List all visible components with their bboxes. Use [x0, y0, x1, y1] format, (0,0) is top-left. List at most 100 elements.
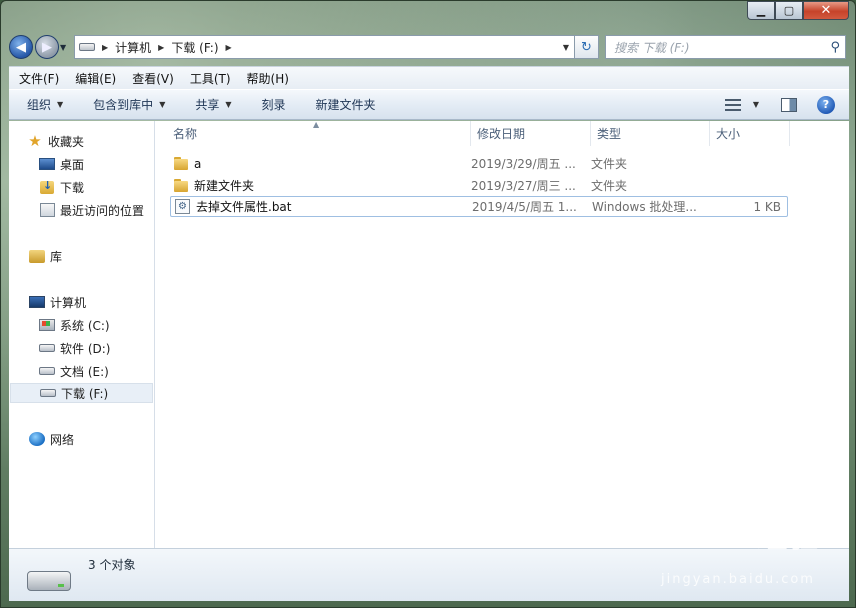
close-button[interactable]: ✕: [803, 1, 849, 20]
burn-button[interactable]: 刻录: [262, 96, 286, 113]
file-type: 文件夹: [591, 157, 628, 171]
organize-button[interactable]: 组织 ▼: [27, 96, 63, 113]
drive-icon: [39, 363, 55, 379]
sidebar-item-label: 文档 (E:): [60, 364, 109, 379]
sidebar-item-downloads[interactable]: 下载: [39, 177, 84, 197]
burn-label: 刻录: [261, 98, 286, 112]
file-name-cell: 新建文件夹: [170, 177, 471, 194]
search-icon[interactable]: ⚲: [830, 40, 840, 55]
window-caption-buttons: ▁ ▢ ✕: [747, 1, 849, 21]
help-icon[interactable]: ?: [817, 95, 835, 114]
library-icon: [29, 248, 45, 264]
sidebar-item-desktop[interactable]: 桌面: [39, 154, 84, 174]
desktop-icon: [39, 156, 55, 172]
menu-file[interactable]: 文件(F): [19, 70, 59, 87]
maximize-button[interactable]: ▢: [775, 1, 803, 20]
file-name: 去掉文件属性.bat: [196, 200, 292, 214]
explorer-window: ▁ ▢ ✕ ◀ ▶ ▼ ▶ 计算机 ▶ 下载 (F:) ▶ ▼ ↻ 搜索 下载 …: [0, 0, 856, 608]
table-row[interactable]: 新建文件夹 2019/3/27/周三 ... 文件夹: [170, 175, 788, 196]
sidebar-item-favorites[interactable]: ★ 收藏夹: [27, 131, 84, 151]
navigation-pane: ★ 收藏夹 桌面 下载 最近访问的位置 库 计算机 系统 (C:): [9, 121, 155, 548]
menu-bar: 文件(F) 编辑(E) 查看(V) 工具(T) 帮助(H): [9, 66, 849, 89]
navigation-row: ◀ ▶ ▼ ▶ 计算机 ▶ 下载 (F:) ▶ ▼ ↻ 搜索 下载 (F:) ⚲: [9, 34, 849, 60]
network-icon: [29, 431, 45, 447]
refresh-button[interactable]: ↻: [575, 35, 599, 59]
folder-icon: [174, 179, 188, 192]
new-folder-button[interactable]: 新建文件夹: [316, 96, 376, 113]
recent-places-icon: [39, 202, 55, 218]
menu-view[interactable]: 查看(V): [132, 70, 174, 87]
sidebar-item-drive-c[interactable]: 系统 (C:): [39, 315, 110, 335]
sidebar-item-label: 最近访问的位置: [60, 203, 145, 218]
sidebar-item-label: 计算机: [50, 295, 87, 310]
file-date: 2019/3/27/周三 ...: [471, 179, 576, 193]
preview-pane-icon[interactable]: [781, 97, 797, 112]
chevron-down-icon: ▼: [159, 100, 166, 109]
sidebar-item-drive-e[interactable]: 文档 (E:): [39, 361, 109, 381]
sidebar-item-label: 下载 (F:): [61, 386, 109, 401]
minimize-button[interactable]: ▁: [747, 1, 775, 20]
share-label: 共享: [195, 98, 220, 112]
drive-icon: [79, 43, 95, 51]
menu-help[interactable]: 帮助(H): [247, 70, 289, 87]
forward-button[interactable]: ▶: [35, 35, 59, 59]
back-button[interactable]: ◀: [9, 35, 33, 59]
column-header-type[interactable]: 类型: [591, 121, 710, 146]
file-type: 文件夹: [591, 179, 628, 193]
sidebar-item-label: 桌面: [60, 157, 85, 172]
change-view-icon[interactable]: [724, 98, 741, 111]
drive-icon: [39, 340, 55, 356]
file-name-cell: a: [170, 157, 471, 171]
computer-icon: [29, 294, 45, 310]
search-input[interactable]: 搜索 下载 (F:) ⚲: [605, 35, 846, 59]
sidebar-item-label: 库: [50, 249, 63, 264]
drive-icon: [27, 571, 71, 591]
breadcrumb-drive-f[interactable]: 下载 (F:): [171, 39, 218, 56]
breadcrumb-arrow-icon[interactable]: ▶: [226, 43, 232, 52]
file-date: 2019/4/5/周五 1...: [472, 200, 577, 214]
breadcrumb-computer[interactable]: 计算机: [115, 39, 151, 56]
sidebar-item-drive-d[interactable]: 软件 (D:): [39, 338, 110, 358]
system-drive-icon: [39, 317, 55, 333]
recent-pages-dropdown-icon[interactable]: ▼: [60, 43, 70, 52]
file-type: Windows 批处理...: [592, 200, 697, 214]
sidebar-item-label: 收藏夹: [48, 134, 85, 149]
sort-ascending-icon: ▲: [313, 120, 320, 129]
column-header-date[interactable]: 修改日期: [471, 121, 591, 146]
sidebar-item-network[interactable]: 网络: [29, 429, 74, 449]
menu-tools[interactable]: 工具(T): [190, 70, 231, 87]
table-row[interactable]: a 2019/3/29/周五 ... 文件夹: [170, 153, 788, 174]
folder-icon: [174, 157, 188, 170]
address-bar[interactable]: ▶ 计算机 ▶ 下载 (F:) ▶ ▼: [74, 35, 575, 59]
sidebar-item-recent-places[interactable]: 最近访问的位置: [39, 200, 144, 220]
share-button[interactable]: 共享 ▼: [195, 96, 231, 113]
batch-file-icon: ⚙: [175, 199, 190, 214]
drive-icon: [40, 385, 56, 401]
star-icon: ★: [28, 132, 42, 150]
breadcrumb-arrow-icon[interactable]: ▶: [102, 43, 108, 52]
sidebar-item-drive-f[interactable]: 下载 (F:): [10, 383, 153, 403]
table-row[interactable]: ⚙ 去掉文件属性.bat 2019/4/5/周五 1... Windows 批处…: [170, 196, 788, 217]
search-placeholder: 搜索 下载 (F:): [614, 40, 690, 55]
file-name: 新建文件夹: [194, 179, 255, 193]
column-header-size[interactable]: 大小: [710, 121, 790, 146]
item-count: 3 个对象: [88, 558, 136, 572]
chevron-down-icon: ▼: [225, 100, 232, 109]
organize-label: 组织: [27, 98, 52, 112]
watermark-brand: Baidu经验: [656, 520, 820, 555]
sidebar-item-label: 系统 (C:): [60, 318, 110, 333]
breadcrumb-arrow-icon[interactable]: ▶: [158, 43, 164, 52]
address-dropdown-icon[interactable]: ▼: [558, 43, 574, 52]
include-in-library-button[interactable]: 包含到库中 ▼: [93, 96, 165, 113]
menu-edit[interactable]: 编辑(E): [75, 70, 116, 87]
file-name-cell: ⚙ 去掉文件属性.bat: [171, 198, 472, 215]
sidebar-item-label: 网络: [50, 432, 75, 447]
include-in-library-label: 包含到库中: [93, 98, 154, 112]
sidebar-item-computer[interactable]: 计算机: [29, 292, 86, 312]
view-options-dropdown-icon[interactable]: ▼: [753, 100, 759, 109]
downloads-folder-icon: [39, 179, 55, 195]
chevron-down-icon: ▼: [57, 100, 64, 109]
refresh-icon: ↻: [581, 39, 592, 55]
new-folder-label: 新建文件夹: [315, 98, 376, 112]
sidebar-item-libraries[interactable]: 库: [29, 246, 62, 266]
